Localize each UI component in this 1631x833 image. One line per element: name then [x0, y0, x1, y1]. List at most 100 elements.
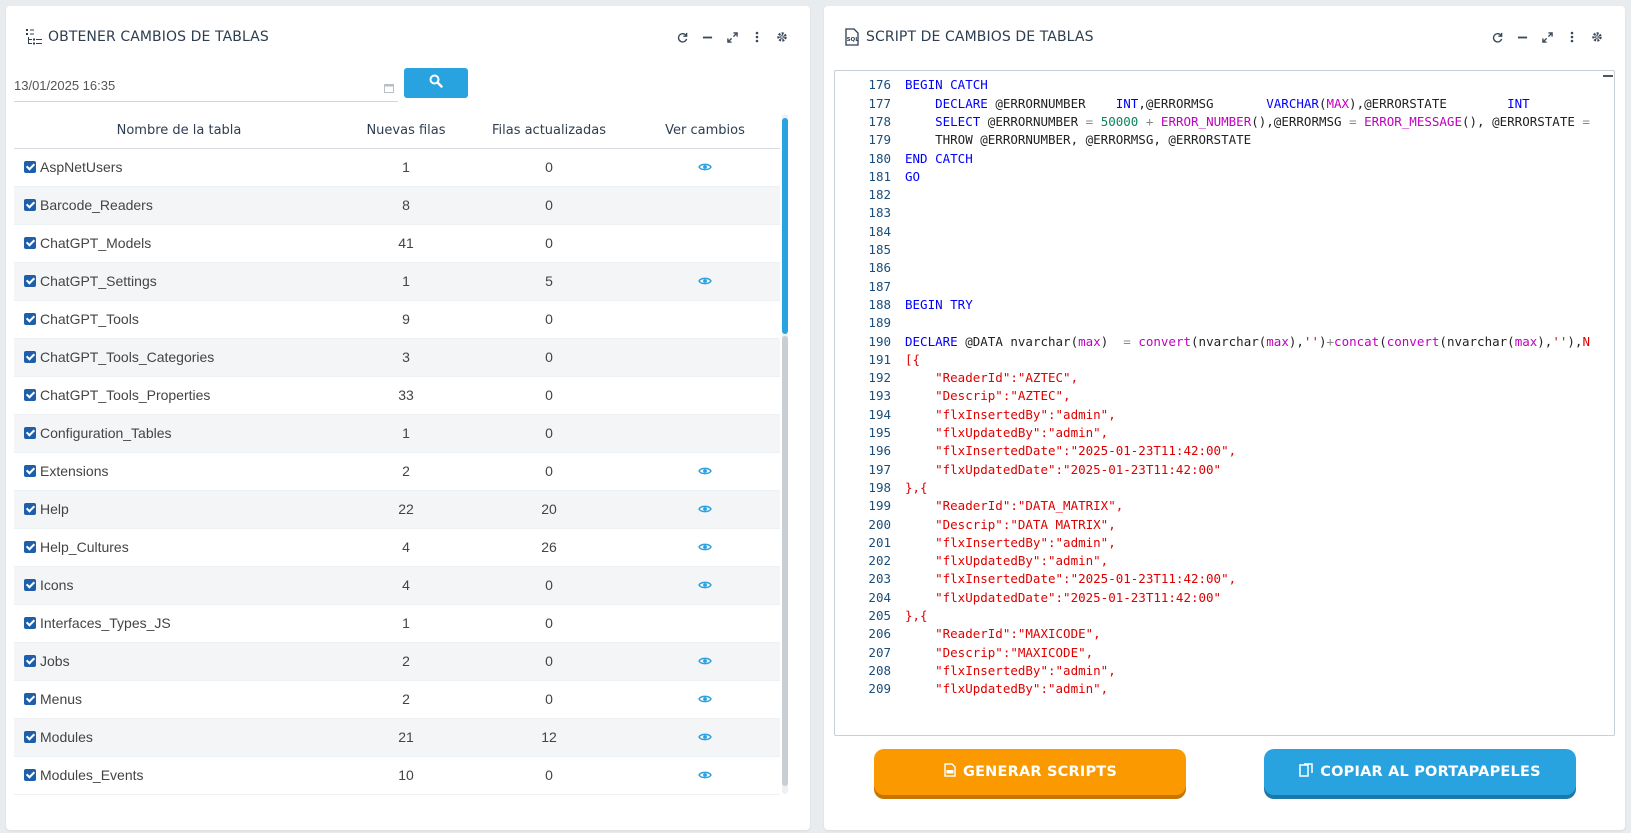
col-header-view-changes[interactable]: Ver cambios	[630, 114, 780, 149]
row-checkbox[interactable]	[24, 161, 36, 173]
table-row[interactable]: Help 22 20	[14, 490, 780, 529]
table-scrollbar-thumb[interactable]	[782, 118, 788, 334]
changes-table: Nombre de la tabla Nuevas filas Filas ac…	[14, 114, 780, 795]
row-checkbox[interactable]	[24, 503, 36, 515]
code-text: "ReaderId":"DATA_MATRIX",	[905, 498, 1124, 514]
table-row[interactable]: ChatGPT_Settings 1 5	[14, 262, 780, 301]
view-changes-cell	[630, 756, 780, 795]
gear-icon[interactable]	[1591, 30, 1603, 44]
more-vertical-icon[interactable]	[1566, 30, 1578, 44]
panel-header: SQL SCRIPT DE CAMBIOS DE TABLAS	[842, 24, 1613, 50]
row-checkbox[interactable]	[24, 275, 36, 287]
table-row[interactable]: ChatGPT_Models 41 0	[14, 224, 780, 263]
table-row[interactable]: Configuration_Tables 1 0	[14, 414, 780, 453]
row-checkbox[interactable]	[24, 731, 36, 743]
row-checkbox[interactable]	[24, 199, 36, 211]
eye-icon[interactable]	[698, 159, 712, 175]
line-number: 180	[868, 150, 891, 166]
search-button[interactable]	[404, 68, 468, 98]
generate-scripts-button[interactable]: GENERAR SCRIPTS	[874, 749, 1186, 795]
refresh-icon[interactable]	[1491, 30, 1503, 44]
table-row[interactable]: Jobs 2 0	[14, 642, 780, 681]
eye-icon[interactable]	[698, 577, 712, 593]
row-checkbox[interactable]	[24, 617, 36, 629]
eye-icon[interactable]	[698, 767, 712, 783]
table-row[interactable]: Modules 21 12	[14, 718, 780, 757]
code-line: 181 GO	[835, 167, 1605, 186]
line-number: 201	[868, 534, 891, 550]
code-text: "flxInsertedBy":"admin",	[905, 406, 1116, 422]
col-header-updated-rows[interactable]: Filas actualizadas	[468, 114, 630, 149]
row-checkbox[interactable]	[24, 769, 36, 781]
code-line: 185	[835, 240, 1605, 259]
table-row[interactable]: Help_Cultures 4 26	[14, 528, 780, 567]
code-text: GO	[905, 168, 921, 184]
table-scrollbar[interactable]	[782, 114, 788, 794]
updated-rows-cell: 0	[468, 376, 630, 415]
col-header-new-rows[interactable]: Nuevas filas	[344, 114, 468, 149]
table-row[interactable]: Interfaces_Types_JS 1 0	[14, 604, 780, 643]
table-row[interactable]: Menus 2 0	[14, 680, 780, 719]
row-checkbox[interactable]	[24, 389, 36, 401]
eye-icon[interactable]	[698, 729, 712, 745]
table-name-cell: Barcode_Readers	[14, 186, 344, 225]
table-row[interactable]: ChatGPT_Tools_Categories 3 0	[14, 338, 780, 377]
gear-icon[interactable]	[776, 30, 788, 44]
table-row[interactable]: ChatGPT_Tools_Properties 33 0	[14, 376, 780, 415]
calendar-icon[interactable]	[384, 80, 394, 98]
copy-to-clipboard-button[interactable]: COPIAR AL PORTAPAPELES	[1264, 749, 1576, 795]
row-checkbox[interactable]	[24, 579, 36, 591]
eye-icon[interactable]	[698, 273, 712, 289]
row-checkbox[interactable]	[24, 351, 36, 363]
code-text: "Descrip":"DATA MATRIX",	[905, 516, 1116, 532]
sql-code-editor[interactable]: 175END TRY176BEGIN CATCH177 DECLARE @ERR…	[834, 70, 1615, 736]
table-name-cell: ChatGPT_Tools	[14, 300, 344, 339]
more-vertical-icon[interactable]	[751, 30, 763, 44]
table-row[interactable]: Barcode_Readers 8 0	[14, 186, 780, 225]
eye-icon[interactable]	[698, 691, 712, 707]
row-checkbox[interactable]	[24, 693, 36, 705]
row-checkbox[interactable]	[24, 237, 36, 249]
minimize-icon[interactable]	[701, 30, 713, 44]
refresh-icon[interactable]	[676, 30, 688, 44]
table-row[interactable]: AspNetUsers 1 0	[14, 148, 780, 187]
row-checkbox[interactable]	[24, 655, 36, 667]
new-rows-cell: 2	[344, 642, 468, 681]
view-changes-cell	[630, 224, 780, 263]
eye-icon[interactable]	[698, 539, 712, 555]
panel-title: SCRIPT DE CAMBIOS DE TABLAS	[866, 29, 1094, 45]
view-changes-cell	[630, 452, 780, 491]
expand-icon[interactable]	[726, 30, 738, 44]
expand-icon[interactable]	[1541, 30, 1553, 44]
new-rows-cell: 2	[344, 680, 468, 719]
changes-table-container: Nombre de la tabla Nuevas filas Filas ac…	[14, 114, 780, 804]
table-row[interactable]: Modules_Events 10 0	[14, 756, 780, 795]
table-row[interactable]: Extensions 2 0	[14, 452, 780, 491]
table-name: AspNetUsers	[40, 159, 123, 175]
table-name: ChatGPT_Models	[40, 235, 152, 251]
code-line: 192 "ReaderId":"AZTEC",	[835, 368, 1605, 387]
table-name: Modules_Events	[40, 767, 144, 783]
table-name-cell: Jobs	[14, 642, 344, 681]
table-name-cell: Help_Cultures	[14, 528, 344, 567]
row-checkbox[interactable]	[24, 313, 36, 325]
col-header-table-name[interactable]: Nombre de la tabla	[14, 114, 344, 149]
table-scrollbar-track-lower[interactable]	[782, 336, 788, 786]
table-row[interactable]: Icons 4 0	[14, 566, 780, 605]
line-number: 195	[868, 425, 891, 440]
row-checkbox[interactable]	[24, 465, 36, 477]
minimize-icon[interactable]	[1516, 30, 1528, 44]
row-checkbox[interactable]	[24, 427, 36, 439]
code-line: 195 "flxUpdatedBy":"admin",	[835, 423, 1605, 442]
script-panel: SQL SCRIPT DE CAMBIOS DE TABLAS 175END T…	[824, 6, 1625, 830]
view-changes-cell	[630, 490, 780, 529]
date-picker[interactable]	[14, 70, 398, 102]
eye-icon[interactable]	[698, 501, 712, 517]
row-checkbox[interactable]	[24, 541, 36, 553]
line-number: 190	[868, 333, 891, 349]
eye-icon[interactable]	[698, 653, 712, 669]
table-row[interactable]: ChatGPT_Tools 9 0	[14, 300, 780, 339]
date-input[interactable]	[14, 78, 398, 93]
list-tree-icon	[24, 27, 44, 47]
eye-icon[interactable]	[698, 463, 712, 479]
